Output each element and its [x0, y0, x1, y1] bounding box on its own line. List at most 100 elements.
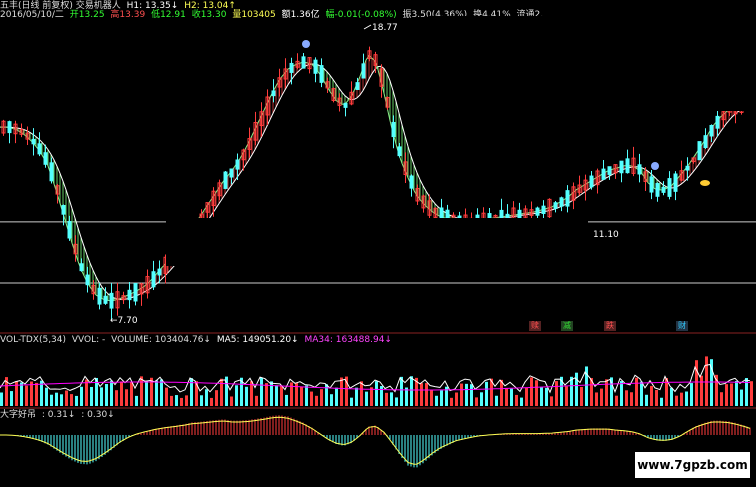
volume-bar — [245, 386, 248, 406]
candle-body — [61, 204, 66, 215]
open-price: 开13.25 — [69, 10, 105, 20]
volume-bar — [170, 395, 173, 406]
indicator-value-2: : 0.30↓ — [81, 410, 115, 420]
volume-bar — [265, 383, 268, 406]
volume-bar — [255, 395, 258, 406]
candle-body — [7, 121, 12, 134]
volume-bar — [670, 387, 673, 406]
volume-bar — [545, 387, 548, 406]
change-value: 幅-0.01(-0.08%) — [325, 10, 397, 20]
volume-bar — [80, 386, 83, 406]
volume-bar — [320, 389, 323, 406]
volume-bar — [300, 386, 303, 406]
candle-body — [655, 183, 660, 197]
reference-price-label: 11.10 — [593, 230, 619, 240]
candle-body — [601, 168, 606, 180]
volume-ma34: MA34: 163488.94↓ — [304, 335, 392, 345]
candle-body — [271, 90, 276, 97]
low-price-label: ←7.70 — [110, 316, 138, 326]
candle-body — [235, 159, 240, 170]
volume-bar — [330, 394, 333, 406]
candle-body — [673, 173, 678, 192]
volume-bar — [630, 392, 633, 406]
volume-bar — [375, 381, 378, 406]
indicator-name: 大字好吊 — [0, 410, 37, 420]
candle-body — [103, 295, 108, 304]
volume-bar — [310, 391, 313, 406]
volume-bar — [10, 391, 13, 406]
volume-bar — [640, 381, 643, 406]
volume-bar — [605, 379, 608, 406]
volume-bar — [115, 390, 118, 406]
volume-bar — [750, 381, 753, 406]
indicator-value-1: : 0.31↓ — [41, 410, 76, 420]
volume-bar — [440, 390, 443, 406]
volume-bar — [185, 395, 188, 406]
volume-bar — [55, 392, 58, 406]
volume-bar — [600, 388, 603, 406]
candle-body — [703, 135, 708, 149]
candle-body — [127, 289, 132, 301]
volume-bar — [160, 379, 163, 406]
volume-bar — [620, 381, 623, 406]
candle-body — [667, 178, 672, 197]
volume-bar — [395, 397, 398, 406]
volume-bar — [480, 392, 483, 406]
volume-bar — [100, 387, 103, 406]
volume-bar — [220, 378, 223, 406]
volume-bar — [385, 392, 388, 406]
candle-body — [553, 202, 558, 209]
candle-body — [397, 146, 402, 157]
candle-body — [715, 115, 720, 129]
volume-bar — [515, 394, 518, 406]
redaction-block-top-right — [428, 16, 756, 111]
candle-body — [151, 271, 156, 288]
volume-bar — [700, 375, 703, 406]
volume-bar — [495, 395, 498, 406]
candle-body — [361, 63, 366, 79]
signal-badge-1: 赎 — [529, 321, 541, 331]
high-pointer — [363, 24, 372, 30]
candle-body — [649, 176, 654, 193]
volume-bar — [125, 389, 128, 406]
volume-bar — [280, 385, 283, 406]
volume-bar — [315, 395, 318, 406]
volume-bar — [20, 382, 23, 406]
volume-bar — [120, 381, 123, 406]
close-price: 收13.30 — [191, 10, 227, 20]
volume-bar — [45, 387, 48, 406]
buy-marker — [700, 180, 710, 186]
volume-bar — [400, 376, 403, 406]
candle-body — [409, 175, 414, 189]
volume-bar — [430, 390, 433, 406]
candle-body — [85, 274, 90, 286]
volume-bar — [360, 381, 363, 406]
volume-bar — [450, 397, 453, 406]
quote-date: 2016/05/10/二 — [0, 10, 64, 20]
volume-bar — [635, 377, 638, 406]
signal-marker — [651, 162, 659, 170]
volume-panel-header: VOL-TDX(5,34) VVOL: - VOLUME: 103404.76↓… — [0, 335, 395, 346]
candle-body — [31, 138, 36, 145]
volume-bar — [165, 387, 168, 406]
candle-body — [157, 268, 162, 276]
candle-body — [343, 102, 348, 108]
candle-body — [223, 171, 228, 189]
volume-bar — [180, 397, 183, 406]
candle-body — [697, 141, 702, 161]
volume-bar — [680, 392, 683, 406]
candle-body — [709, 124, 714, 137]
volume-bar — [735, 380, 738, 406]
signal-badge-2: 减 — [561, 321, 573, 331]
volume-bar — [285, 394, 288, 406]
candle-body — [313, 59, 318, 74]
volume-current: VOLUME: 103404.76↓ — [111, 335, 211, 345]
volume-bar — [215, 390, 218, 406]
volume-bar — [155, 380, 158, 406]
volume-bar — [350, 397, 353, 406]
volume-bar — [540, 386, 543, 406]
volume-bar — [205, 389, 208, 406]
high-price-label: 18.77 — [372, 23, 398, 33]
volume-bar — [130, 382, 133, 406]
volume-bar — [110, 380, 113, 406]
